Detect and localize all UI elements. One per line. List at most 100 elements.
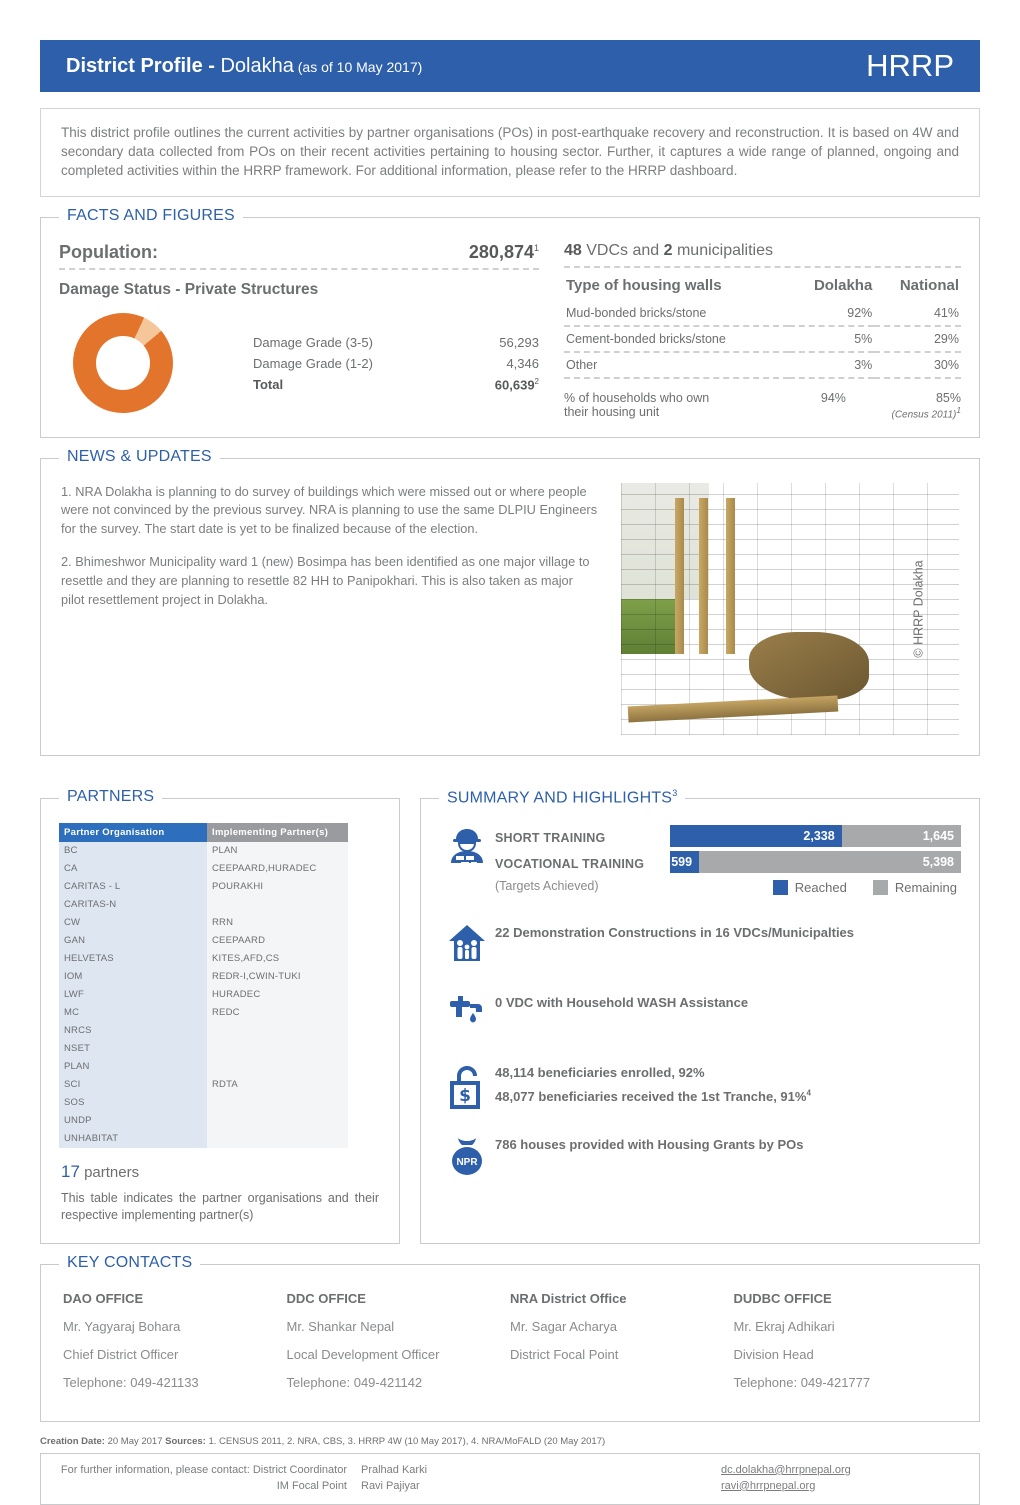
partner-org: GAN xyxy=(59,931,207,950)
footer-email-1[interactable]: dc.dolakha@hrrpnepal.org xyxy=(721,1464,851,1476)
office-name: DDC OFFICE xyxy=(286,1290,366,1306)
contact-phone: Telephone: 049-421133 xyxy=(63,1374,199,1390)
facts-legend: FACTS AND FIGURES xyxy=(59,207,243,226)
ownership-label-1: % of households who own xyxy=(564,391,710,406)
table-row: LWF HURADEC xyxy=(59,985,348,1004)
implementing-partner: REDC xyxy=(207,1003,348,1022)
summary-legend: SUMMARY AND HIGHLIGHTS3 xyxy=(439,787,686,808)
table-row: UNHABITAT xyxy=(59,1129,348,1148)
partners-table: Partner Organisation Implementing Partne… xyxy=(59,822,348,1148)
news-legend: NEWS & UPDATES xyxy=(59,447,220,466)
walls-national: 29% xyxy=(933,332,959,347)
implementing-partner: RRN xyxy=(207,913,348,932)
grants-text: 786 houses provided with Housing Grants … xyxy=(495,1136,804,1152)
damage-value: 4,346 xyxy=(506,355,539,371)
partners-col-organisation: Partner Organisation xyxy=(59,822,207,842)
damage-total-value: 60,6392 xyxy=(494,376,539,393)
intro-box: This district profile outlines the curre… xyxy=(40,108,980,198)
contact-dao: DAO OFFICE Mr. Yagyaraj Bohara Chief Dis… xyxy=(63,1291,287,1403)
damage-total-label: Total xyxy=(253,376,284,392)
partners-table-body: BC PLAN CA CEEPAARD,HURADEC CARITAS - L POU… xyxy=(59,841,348,1148)
photo-credit: © HRRP Dolakha xyxy=(911,560,926,658)
partner-org: IOM xyxy=(59,967,207,986)
walls-national: 41% xyxy=(933,306,959,321)
contact-role: Local Development Officer xyxy=(286,1346,440,1362)
table-row: CA CEEPAARD,HURADEC xyxy=(59,859,348,878)
partner-org: SCI xyxy=(59,1075,207,1094)
partner-org: NRCS xyxy=(59,1021,207,1040)
sources-text: 1. CENSUS 2011, 2. NRA, CBS, 3. HRRP 4W … xyxy=(205,1435,606,1447)
vocational-training-reached: 599 xyxy=(670,850,700,873)
table-row: SCI RDTA xyxy=(59,1075,348,1094)
damage-row: Damage Grade (3-5) 56,293 xyxy=(253,332,539,353)
page-title: District Profile - Dolakha (as of 10 May… xyxy=(66,55,422,78)
implementing-partner xyxy=(207,1021,348,1040)
office-name: DUDBC OFFICE xyxy=(733,1290,832,1306)
implementing-partner xyxy=(207,1039,348,1058)
tranche-line-1: 48,114 beneficiaries enrolled, 92% xyxy=(495,1064,705,1080)
walls-col-dolakha: Dolakha xyxy=(813,277,873,295)
creation-label: Creation Date: xyxy=(40,1435,105,1447)
contact-role: Chief District Officer xyxy=(63,1346,179,1362)
summary-and-highlights-section: SUMMARY AND HIGHLIGHTS3 SHORT TRAINING V… xyxy=(420,787,980,1244)
key-contacts-section: KEY CONTACTS DAO OFFICE Mr. Yagyaraj Boh… xyxy=(40,1253,980,1422)
walls-dolakha: 5% xyxy=(854,332,873,347)
donut-ring xyxy=(73,313,173,414)
news-item: 1. NRA Dolakha is planning to do survey … xyxy=(61,483,598,536)
legend-remaining: Remaining xyxy=(872,879,957,895)
legend-swatch-reached xyxy=(772,879,788,895)
footer-contact-intro: For further information, please contact:… xyxy=(60,1463,347,1476)
training-highlight-row: SHORT TRAINING VOCATIONAL TRAINING (Targ… xyxy=(439,824,961,895)
partner-org: NSET xyxy=(59,1039,207,1058)
walls-header-row: Type of housing walls Dolakha National xyxy=(564,272,961,301)
partner-org: SOS xyxy=(59,1093,207,1112)
table-row: PLAN xyxy=(59,1057,348,1076)
implementing-partner: RDTA xyxy=(207,1075,348,1094)
news-photo-wrapper: © HRRP Dolakha xyxy=(621,482,959,735)
implementing-partner xyxy=(207,1111,348,1130)
donut-legend: Damage Grade (3-5) 56,293 Damage Grade (… xyxy=(253,332,539,395)
targets-achieved-label: (Targets Achieved) xyxy=(495,878,599,893)
partner-org: CARITAS - L xyxy=(59,877,207,896)
population-value: 280,8741 xyxy=(468,242,539,263)
damage-label: Damage Grade (3-5) xyxy=(253,334,373,350)
damage-donut-chart: Damage Grade (3-5) 56,293 Damage Grade (… xyxy=(59,313,539,414)
svg-text:$: $ xyxy=(459,1086,471,1106)
vocational-training-remaining: 5,398 xyxy=(922,854,954,869)
table-row: GAN CEEPAARD xyxy=(59,931,348,950)
partner-org: CA xyxy=(59,859,207,878)
partners-col-implementing: Implementing Partner(s) xyxy=(207,822,348,842)
household-ownership-table: % of households who own 94% 85% their ho… xyxy=(564,391,961,420)
partner-org: BC xyxy=(59,841,207,860)
population-footnote: 1 xyxy=(533,243,539,254)
title-district: Dolakha xyxy=(220,54,294,77)
table-row: HELVETAS KITES,AFD,CS xyxy=(59,949,348,968)
legend-remaining-label: Remaining xyxy=(894,879,957,895)
contact-person: Mr. Shankar Nepal xyxy=(286,1318,395,1334)
damage-status-title: Damage Status - Private Structures xyxy=(59,281,319,299)
page-header: District Profile - Dolakha (as of 10 May… xyxy=(40,40,980,92)
census-note: (Census 2011)1 xyxy=(891,405,962,421)
implementing-partner: REDR-I,CWIN-TUKI xyxy=(207,967,348,986)
tranche-line-2: 48,077 beneficiaries received the 1st Tr… xyxy=(495,1089,811,1105)
walls-type: Cement-bonded bricks/stone xyxy=(566,332,726,347)
short-training-bar: 2,338 1,645 xyxy=(670,824,961,847)
district-profile-page: District Profile - Dolakha (as of 10 May… xyxy=(0,0,1020,1505)
contact-role: Division Head xyxy=(733,1346,814,1362)
partners-count: 17 partners xyxy=(61,1161,140,1181)
title-asof: (as of 10 May 2017) xyxy=(293,58,423,75)
population-label: Population: xyxy=(59,242,158,263)
partner-org: LWF xyxy=(59,985,207,1004)
implementing-partner xyxy=(207,1093,348,1112)
footer-email-2[interactable]: ravi@hrrpnepal.org xyxy=(721,1480,815,1492)
tranche-highlight-row: $ 48,114 beneficiaries enrolled, 92% 48,… xyxy=(439,1061,961,1111)
housing-walls-table: Type of housing walls Dolakha National M… xyxy=(564,272,961,379)
demonstration-highlight-row: 22 Demonstration Constructions in 16 VDC… xyxy=(439,921,961,965)
damage-row: Damage Grade (1-2) 4,346 xyxy=(253,353,539,374)
footer-person-2: Ravi Pajiyar xyxy=(361,1479,420,1492)
implementing-partner: POURAKHI xyxy=(207,877,348,896)
footer-person-1: Pralhad Karki xyxy=(361,1463,428,1476)
contact-ddc: DDC OFFICE Mr. Shankar Nepal Local Devel… xyxy=(287,1291,511,1403)
contact-dudbc: DUDBC OFFICE Mr. Ekraj Adhikari Division… xyxy=(734,1291,958,1403)
implementing-partner xyxy=(207,1057,348,1076)
